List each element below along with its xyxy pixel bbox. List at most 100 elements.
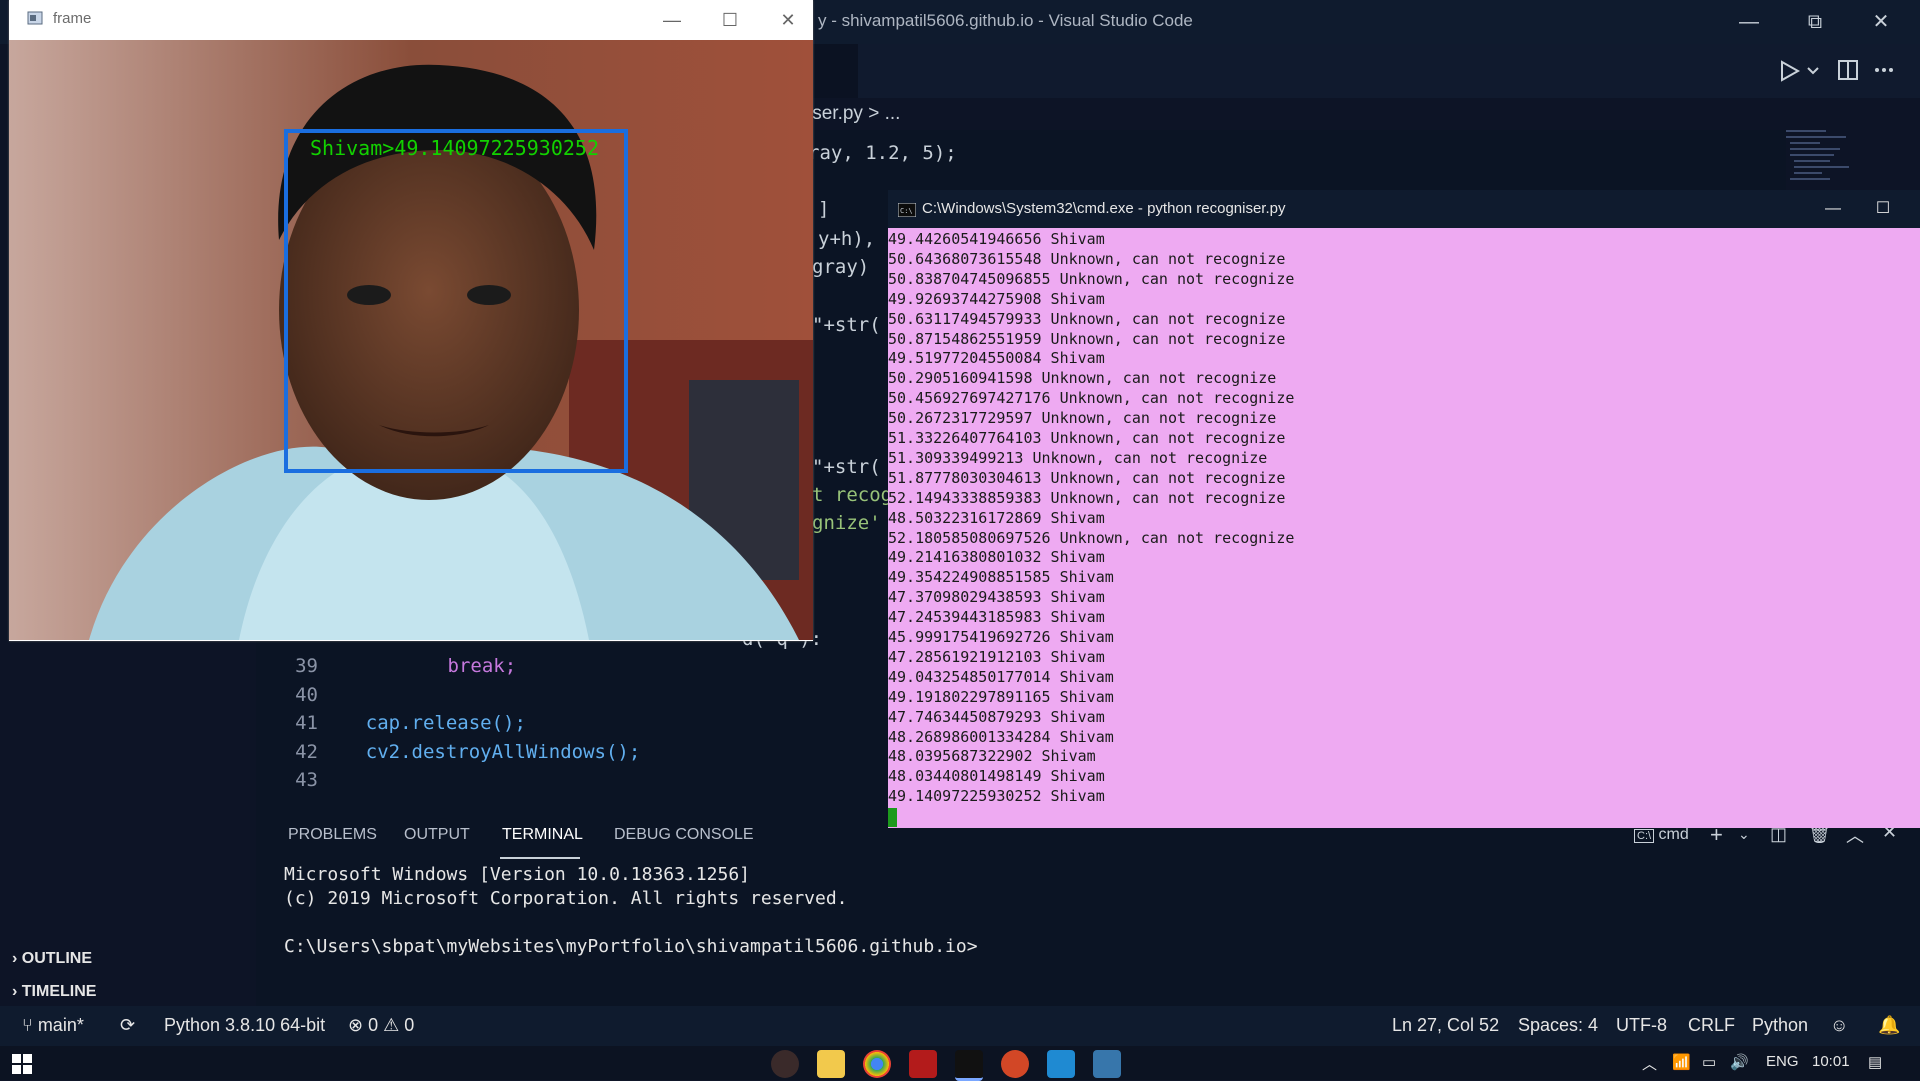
code-line: break; (356, 655, 517, 677)
restore-button[interactable]: ⧉ (1782, 0, 1848, 44)
language-mode[interactable]: Python (1752, 1015, 1808, 1036)
file-explorer-icon[interactable] (817, 1050, 845, 1078)
git-branch-icon: ⑂ (22, 1015, 38, 1035)
line-ending[interactable]: CRLF (1688, 1015, 1735, 1036)
cmd-output-line: 52.14943338859383 Unknown, can not recog… (888, 488, 1286, 507)
bell-icon[interactable]: 🔔 (1878, 1015, 1900, 1036)
terminal-shell-selector[interactable]: C:\ cmd (1634, 826, 1689, 844)
code-fragment: ] (818, 198, 830, 220)
warning-icon: ⚠ (383, 1015, 405, 1035)
line-number: 42 (295, 741, 318, 763)
cmd-output-line: 51.33226407764103 Unknown, can not recog… (888, 429, 1286, 447)
cmd-icon: C:\ (1634, 829, 1655, 843)
app-icon[interactable] (909, 1050, 937, 1078)
minimize-button[interactable]: — (643, 0, 701, 40)
app-icon (27, 11, 43, 25)
chevron-right-icon: › (12, 950, 22, 967)
branch-indicator[interactable]: ⑂ main* (22, 1015, 84, 1036)
tab-problems[interactable]: PROBLEMS (288, 826, 377, 844)
status-bar: ⑂ main* ⟳ Python 3.8.10 64-bit ⊗ 0 ⚠ 0 L… (0, 1006, 1920, 1046)
language-indicator[interactable]: ENG (1766, 1053, 1799, 1070)
cursor-position[interactable]: Ln 27, Col 52 (1392, 1015, 1499, 1036)
cmd-taskbar-icon[interactable] (955, 1050, 983, 1081)
split-editor-icon[interactable] (1836, 58, 1860, 82)
cmd-output-line: 47.37098029438593 Shivam (888, 588, 1105, 607)
cmd-output-line: 50.838704745096855 Unknown, can not reco… (888, 269, 1295, 288)
encoding[interactable]: UTF-8 (1616, 1015, 1667, 1036)
terminal-line: Microsoft Windows [Version 10.0.18363.12… (284, 864, 750, 885)
maximize-button[interactable]: ☐ (701, 0, 759, 40)
indentation[interactable]: Spaces: 4 (1518, 1015, 1598, 1036)
line-number: 43 (295, 769, 318, 791)
line-number: 39 (295, 655, 318, 677)
cmd-output: 49.44260541946656 Shivam 50.6436807361554… (888, 230, 1920, 824)
cmd-cursor (888, 808, 897, 827)
cmd-window-title: C:\Windows\System32\cmd.exe - python rec… (922, 200, 1286, 217)
cmd-output-line: 51.309339499213 Unknown, can not recogni… (888, 448, 1268, 467)
cmd-output-line: 50.64368073615548 Unknown, can not recog… (888, 249, 1286, 268)
volume-icon[interactable]: 🔊 (1730, 1053, 1749, 1071)
windows-start-icon[interactable] (12, 1054, 32, 1074)
face-detection-box (284, 129, 628, 473)
close-button[interactable]: ✕ (759, 0, 817, 40)
cmd-output-line: 49.92693744275908 Shivam (888, 289, 1105, 308)
cmd-output-line: 45.99917541969272​6 Shivam (888, 628, 1114, 646)
python-interpreter[interactable]: Python 3.8.10 64-bit (164, 1015, 325, 1036)
code-fragment: ray, 1.2, 5); (808, 142, 957, 164)
cmd-output-line: 50.63117494579933 Unknown, can not recog… (888, 309, 1286, 328)
line-number: 40 (295, 684, 318, 706)
more-actions-icon[interactable] (1872, 58, 1896, 82)
line-number: 41 (295, 712, 318, 734)
chevron-down-icon[interactable]: ⌄ (1738, 826, 1750, 843)
close-button[interactable]: ✕ (1848, 0, 1914, 44)
wifi-icon[interactable]: 📶 (1672, 1053, 1691, 1071)
run-icon[interactable] (1776, 58, 1802, 84)
chevron-up-icon[interactable]: ︿ (1642, 1053, 1657, 1074)
face-label: Shivam>49.14097225930252 (310, 136, 599, 160)
vscode-taskbar-icon[interactable] (1047, 1050, 1075, 1078)
cmd-output-line: 49.21416380801032 Shivam (888, 548, 1105, 567)
breadcrumb[interactable]: iser.py > ... (808, 98, 1788, 130)
chevron-down-icon[interactable] (1806, 64, 1820, 78)
code-line: cap.release(); (320, 712, 526, 734)
tab-terminal[interactable]: TERMINAL (502, 826, 583, 844)
cmd-output-line: 47.28561921912103 Shivam (888, 647, 1105, 666)
sync-icon[interactable]: ⟳ (120, 1015, 135, 1036)
sidebar: › OUTLINE › TIMELINE (0, 940, 256, 1006)
terminal-prompt[interactable]: C:\Users\sbpat\myWebsites\myPortfolio\sh… (284, 936, 978, 957)
cmd-output-line: 49.14097225930252 Shivam (888, 787, 1105, 806)
svg-text:C:\: C:\ (900, 207, 913, 215)
minimize-button[interactable]: — (1808, 194, 1858, 224)
cmd-output-line: 49.043254850177014 Shivam (888, 667, 1114, 686)
problems-indicator[interactable]: ⊗ 0 ⚠ 0 (348, 1015, 414, 1036)
outline-section[interactable]: › OUTLINE (12, 950, 92, 968)
minimize-button[interactable]: — (1716, 0, 1782, 44)
notifications-icon[interactable]: ▤ (1868, 1053, 1882, 1071)
code-fragment: "+str( (812, 314, 881, 336)
cmd-output-line: 49.51977204550084 Shivam (888, 349, 1105, 368)
obs-icon[interactable] (771, 1050, 799, 1078)
cmd-output-line: 48.03440801498149 Shivam (888, 767, 1105, 786)
tab-output[interactable]: OUTPUT (404, 826, 470, 844)
timeline-section[interactable]: › TIMELINE (12, 983, 96, 1001)
cmd-output-line: 48.50322316172869 Shivam (888, 508, 1105, 527)
python-taskbar-icon[interactable] (1093, 1050, 1121, 1078)
cmd-output-line: 47.24539443185983 Shivam (888, 608, 1105, 627)
battery-icon[interactable]: ▭ (1702, 1053, 1716, 1071)
window-title: y - shivampatil5606.github.io - Visual S… (818, 11, 1193, 30)
minimap[interactable] (1782, 128, 1862, 188)
chevron-right-icon: › (12, 983, 22, 1000)
cmd-output-line: 48.0395687322902 Shivam (888, 747, 1096, 766)
editor-tab[interactable] (808, 44, 858, 98)
feedback-icon[interactable]: ☺ (1830, 1015, 1848, 1036)
code-fragment: gray) (812, 256, 870, 278)
cmd-output-line: 50.2905160941598 Unknown, can not recogn… (888, 369, 1277, 388)
editor-toolbar (808, 44, 1920, 98)
code-fragment: gnize' (812, 512, 881, 534)
cmd-output-line: 49.44260541946656 Shivam (888, 230, 1105, 248)
chrome-icon[interactable] (863, 1050, 891, 1078)
maximize-button[interactable]: ☐ (1858, 194, 1908, 224)
clock[interactable]: 10:01 (1812, 1053, 1850, 1070)
tab-debug-console[interactable]: DEBUG CONSOLE (614, 826, 754, 844)
powerpoint-icon[interactable] (1001, 1050, 1029, 1078)
